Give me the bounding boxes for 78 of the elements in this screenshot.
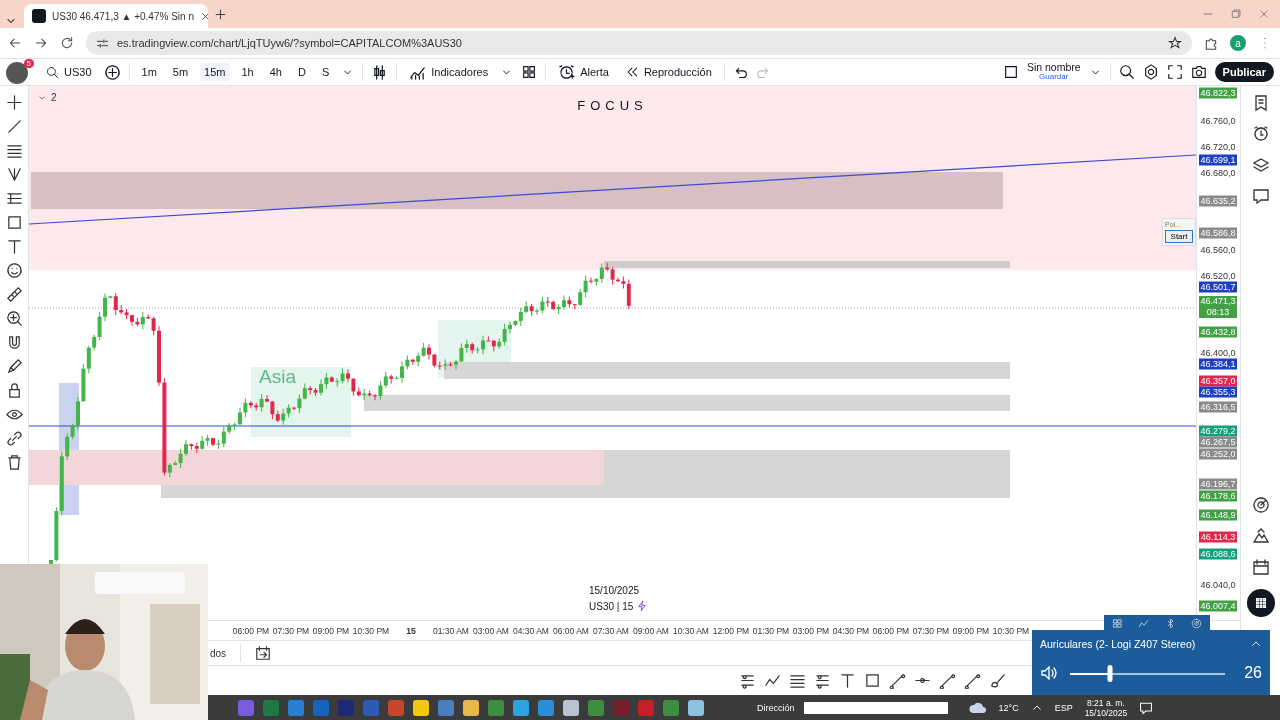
time-tick: 07:30 PM: [911, 625, 951, 636]
time-tick: 06:00 PM: [871, 625, 911, 636]
time-tick: 01:30 AM: [432, 625, 470, 636]
price-badge: 46.699,1: [1199, 154, 1237, 166]
price-tick: 46.040,0: [1199, 579, 1237, 591]
alert-button[interactable]: Alerta: [554, 61, 613, 83]
price-badge: 46.148,9: [1199, 509, 1237, 521]
price-badge: 46.178,6: [1199, 490, 1237, 502]
volume-reading: 26: [1244, 664, 1262, 682]
time-tick: 06:00 AM: [552, 625, 590, 636]
publish-button[interactable]: Publicar: [1214, 62, 1274, 82]
device-name: Auriculares (2- Logi Z407 Stereo): [1040, 638, 1196, 650]
pane-count[interactable]: 2: [51, 92, 57, 103]
replay-button[interactable]: Reproducción: [620, 63, 716, 81]
save-link[interactable]: Guardar: [1039, 72, 1069, 82]
chart-title: FOCUS: [577, 98, 648, 113]
price-badge: 46.114,3: [1199, 531, 1237, 543]
price-badge: 46.267,5: [1199, 436, 1237, 448]
address-label: Dirección: [757, 702, 795, 713]
price-badge: 46.384,1: [1199, 358, 1237, 370]
price-badge: 46.196,7: [1199, 478, 1237, 490]
price-badge: 46.316,5: [1199, 401, 1237, 413]
time-tick: 10:30 AM: [672, 625, 710, 636]
temperature: 12°C: [998, 702, 1019, 713]
date-label: 15/10/2025: [589, 585, 639, 596]
price-badge: 46.252,0: [1199, 448, 1237, 460]
time-tick: 03:00 AM: [472, 625, 510, 636]
taskbar-clock[interactable]: 8:21 a. m. 15/10/2025: [1084, 697, 1128, 718]
browser-tab[interactable]: US30 46.471,3 ▲ +0.47% Sin n: [24, 4, 208, 28]
time-tick: 07:30 PM: [271, 625, 311, 636]
price-badge: 46.471,3 08:13: [1199, 296, 1237, 319]
price-badge: 46.007,4: [1199, 600, 1237, 612]
time-tick: 04:30 AM: [512, 625, 550, 636]
time-tick: 12:00 PM: [711, 625, 751, 636]
time-tick: 01:30 PM: [751, 625, 791, 636]
time-tick: 09:00 AM: [632, 625, 670, 636]
interval-button[interactable]: S: [317, 63, 334, 81]
time-tick: 04:30 PM: [831, 625, 871, 636]
price-badge: 46.501,7: [1199, 281, 1237, 293]
interval-button[interactable]: 1m: [137, 63, 161, 81]
language-indicator[interactable]: ESP: [1054, 702, 1073, 713]
time-tick: 07:30 AM: [592, 625, 630, 636]
address-bar[interactable]: es.tradingview.com/chart/LjqTUyw6/?symbol=CAPITALCOM%3AUS30: [86, 31, 1192, 55]
time-tick: 09:00 PM: [311, 625, 351, 636]
price-tick: 46.520,0: [1199, 270, 1237, 282]
session-label: Asia: [259, 367, 296, 387]
price-badge: 46.088,6: [1199, 548, 1237, 560]
time-tick: 03:00 PM: [791, 625, 831, 636]
price-badge: 46.822,3: [1199, 87, 1237, 99]
price-badge: 46.586,8: [1199, 227, 1237, 239]
symbol-legend: US30 | 15: [589, 600, 634, 612]
price-tick: 46.680,0: [1199, 167, 1237, 179]
price-badge: 46.357,0: [1199, 375, 1237, 387]
interval-button[interactable]: 1h: [237, 63, 258, 81]
time-tick: 10:30 PM: [351, 625, 391, 636]
interval-button[interactable]: D: [294, 63, 310, 81]
price-tick: 46.760,0: [1199, 115, 1237, 127]
time-tick: 09:00 PM: [951, 625, 991, 636]
tab-title: US30 46.471,3 ▲ +0.47% Sin n: [52, 10, 194, 22]
tab-label[interactable]: dos: [210, 647, 227, 659]
interval-button[interactable]: 4h: [265, 63, 286, 81]
time-tick: 06:00 PM: [231, 625, 271, 636]
price-tick: 46.400,0: [1199, 347, 1237, 359]
price-badge: 46.355,3: [1199, 386, 1237, 398]
price-badge: 46.432,8: [1199, 326, 1237, 338]
start-button[interactable]: Start: [1165, 230, 1193, 243]
price-tick: 46.560,0: [1199, 244, 1237, 256]
time-tick: 10:30 PM: [991, 625, 1031, 636]
layout-name[interactable]: Sin nombre: [1026, 62, 1081, 72]
time-tick: 15: [405, 625, 417, 636]
indicators-button[interactable]: Indicadores: [405, 61, 493, 83]
interval-button[interactable]: 15m: [200, 63, 230, 81]
symbol-search[interactable]: US30: [42, 63, 96, 81]
price-tick: 46.720,0: [1199, 141, 1237, 153]
price-badge: 46.635,2: [1199, 195, 1237, 207]
price-badge: 46.279,2: [1199, 425, 1237, 437]
notification-badge: 5: [23, 59, 34, 68]
interval-button[interactable]: 5m: [168, 63, 193, 81]
